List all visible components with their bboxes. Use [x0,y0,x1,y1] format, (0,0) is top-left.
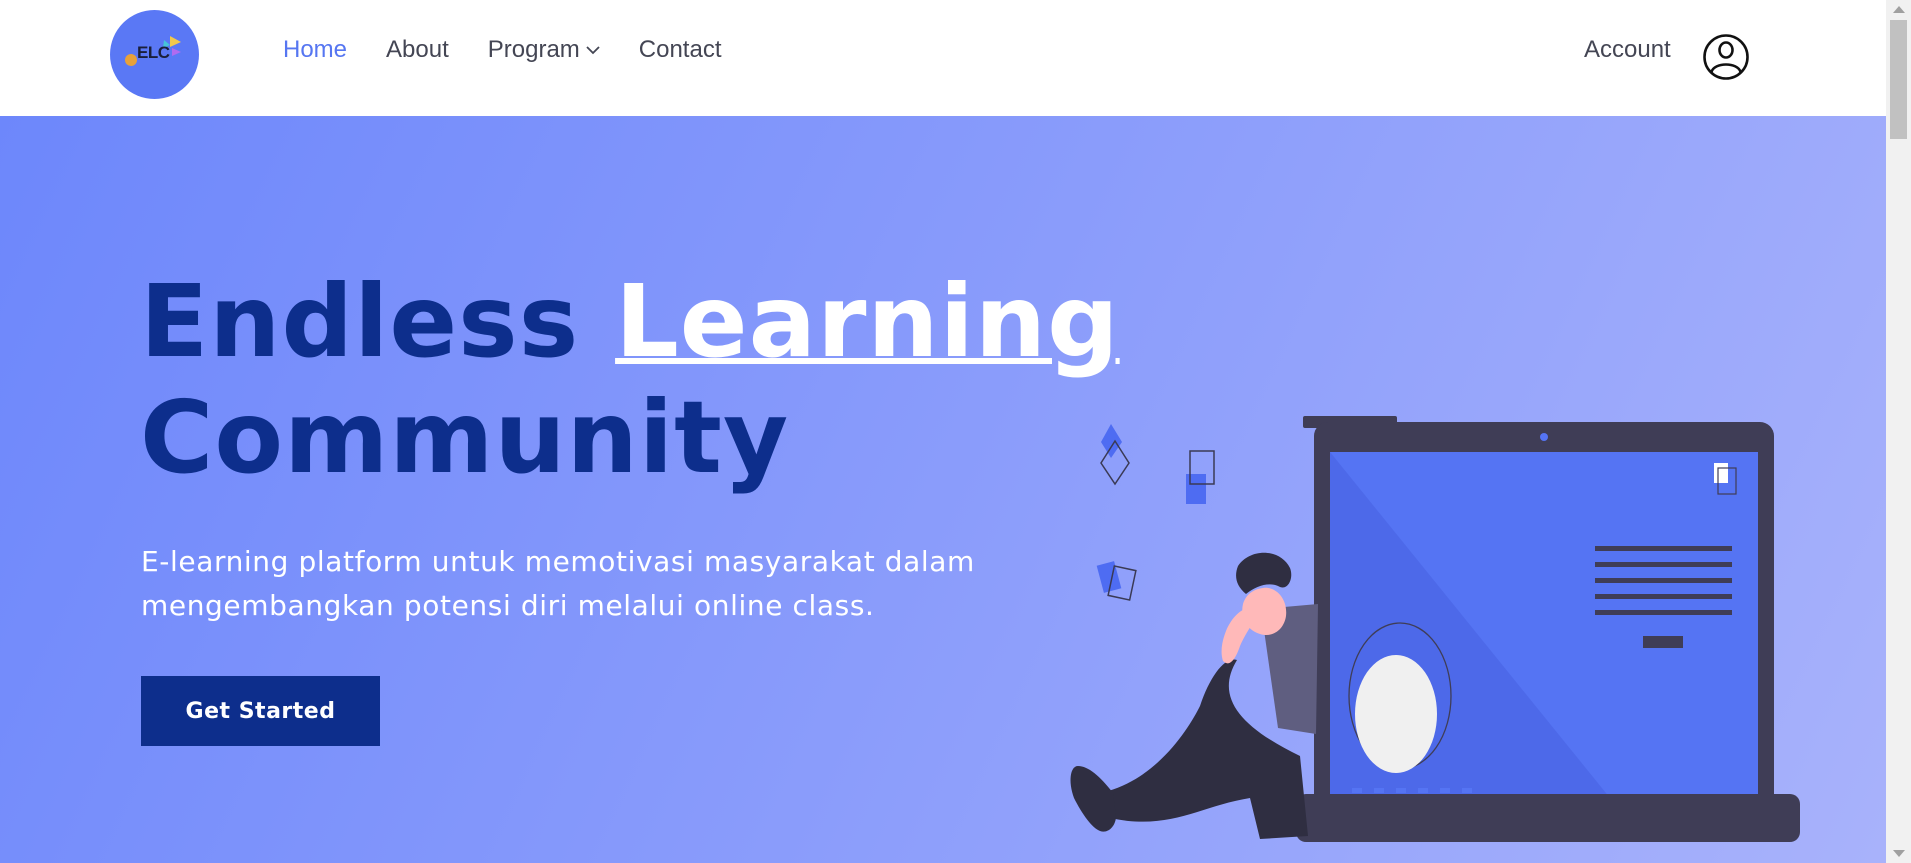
chevron-down-icon [586,46,600,55]
logo-text: ELC [137,43,170,62]
user-circle-icon[interactable] [1702,33,1750,81]
get-started-button[interactable]: Get Started [141,676,380,746]
hero-title-word-community: Community [140,379,790,496]
online-learning-illustration [1070,416,1800,842]
laptop-icon [1296,416,1800,842]
nav-program-label: Program [487,36,580,63]
nav-program-dropdown[interactable]: Program [488,36,600,64]
nav-about-link[interactable]: About [386,36,449,64]
account-link[interactable]: Account [1584,36,1671,64]
scroll-up-icon[interactable] [1893,6,1905,13]
main-nav: Home About Program Contact [283,36,761,64]
scroll-thumb[interactable] [1890,20,1907,139]
nav-home-link[interactable]: Home [283,36,347,64]
hero-title-word-endless: Endless [140,263,580,380]
hero-title-word-learning: Learning [615,263,1120,380]
navbar: ELC Home About Program Contact Account [0,0,1886,117]
page-scrollbar[interactable] [1886,0,1911,863]
scroll-down-icon[interactable] [1893,850,1905,857]
floating-shapes-icon [1096,424,1215,601]
nav-contact-link[interactable]: Contact [639,36,722,64]
hero-title: Endless Learning Community [140,264,1120,496]
hero-description: E-learning platform untuk memotivasi mas… [141,545,975,622]
elc-logo[interactable]: ELC [110,10,199,99]
hero-section: Endless Learning Community E-learning pl… [0,116,1886,863]
